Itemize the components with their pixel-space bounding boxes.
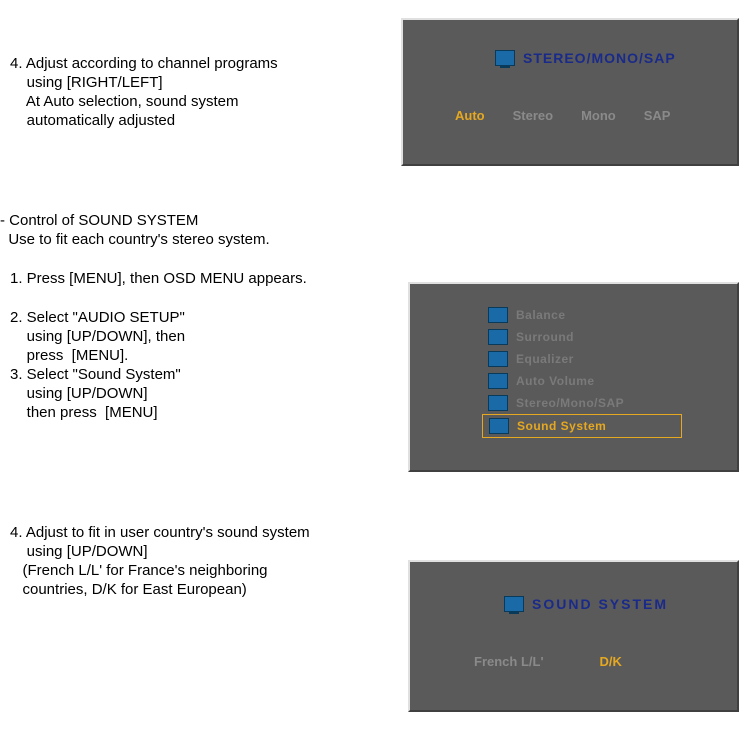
instruction-step4a-line4: automatically adjusted [10, 111, 175, 131]
menu-item-equalizer[interactable]: Equalizer [482, 348, 682, 370]
osd-options-row: French L/L' D/K [474, 654, 622, 669]
tv-icon [488, 351, 508, 367]
menu-item-balance[interactable]: Balance [482, 304, 682, 326]
instruction-step4b-line4: countries, D/K for East European) [10, 580, 247, 600]
osd-title-text: SOUND SYSTEM [532, 596, 668, 612]
menu-list: Balance Surround Equalizer Auto Volume S… [482, 304, 682, 438]
osd-panel-audio-setup-menu: Balance Surround Equalizer Auto Volume S… [408, 282, 739, 472]
osd-options-row: Auto Stereo Mono SAP [455, 108, 670, 123]
menu-item-label: Stereo/Mono/SAP [516, 396, 624, 410]
osd-panel-sound-system: SOUND SYSTEM French L/L' D/K [408, 560, 739, 712]
osd-title: SOUND SYSTEM [504, 596, 668, 612]
option-french-ll[interactable]: French L/L' [474, 654, 544, 669]
option-auto[interactable]: Auto [455, 108, 485, 123]
instruction-step4b-line1: 4. Adjust to fit in user country's sound… [10, 523, 310, 543]
menu-item-surround[interactable]: Surround [482, 326, 682, 348]
tv-icon [489, 418, 509, 434]
tv-icon [495, 50, 515, 66]
section-sound-system-desc: Use to fit each country's stereo system. [0, 230, 270, 250]
instruction-step3-line1: 3. Select "Sound System" [10, 365, 181, 385]
manual-page: 4. Adjust according to channel programs … [0, 0, 751, 745]
tv-icon [504, 596, 524, 612]
instruction-step4b-line3: (French L/L' for France's neighboring [10, 561, 268, 581]
option-dk[interactable]: D/K [600, 654, 622, 669]
option-stereo[interactable]: Stereo [513, 108, 553, 123]
option-sap[interactable]: SAP [644, 108, 671, 123]
instruction-step3-line2: using [UP/DOWN] [10, 384, 148, 404]
menu-item-label: Balance [516, 308, 566, 322]
tv-icon [488, 329, 508, 345]
instruction-step4a-line3: At Auto selection, sound system [10, 92, 238, 112]
menu-item-label: Sound System [517, 419, 606, 433]
osd-title-text: STEREO/MONO/SAP [523, 50, 676, 66]
section-sound-system-heading: - Control of SOUND SYSTEM [0, 211, 198, 231]
instruction-step2-line3: press [MENU]. [10, 346, 128, 366]
tv-icon [488, 395, 508, 411]
instruction-step4a: 4. Adjust according to channel programs [10, 54, 278, 74]
osd-title: STEREO/MONO/SAP [495, 50, 676, 66]
menu-item-label: Equalizer [516, 352, 574, 366]
instruction-step4b-line2: using [UP/DOWN] [10, 542, 148, 562]
menu-item-auto-volume[interactable]: Auto Volume [482, 370, 682, 392]
osd-panel-stereo-mono-sap: STEREO/MONO/SAP Auto Stereo Mono SAP [401, 18, 739, 166]
tv-icon [488, 373, 508, 389]
instruction-step1: 1. Press [MENU], then OSD MENU appears. [10, 269, 307, 289]
menu-item-label: Surround [516, 330, 574, 344]
menu-item-label: Auto Volume [516, 374, 595, 388]
instruction-step4a-line2: using [RIGHT/LEFT] [10, 73, 163, 93]
option-mono[interactable]: Mono [581, 108, 616, 123]
instruction-step2-line2: using [UP/DOWN], then [10, 327, 185, 347]
menu-item-stereo-mono-sap[interactable]: Stereo/Mono/SAP [482, 392, 682, 414]
menu-item-sound-system[interactable]: Sound System [482, 414, 682, 438]
instruction-step2-line1: 2. Select "AUDIO SETUP" [10, 308, 185, 328]
instruction-step3-line3: then press [MENU] [10, 403, 158, 423]
tv-icon [488, 307, 508, 323]
